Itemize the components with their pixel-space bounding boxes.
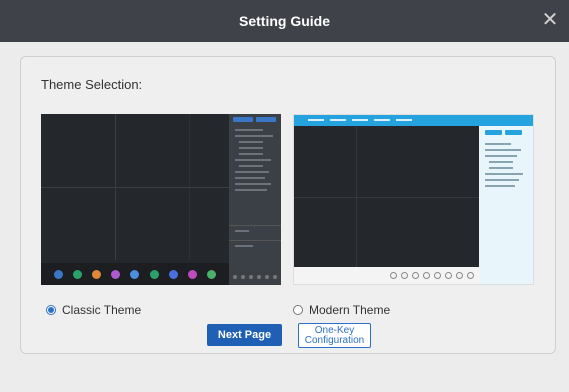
one-key-configuration-button[interactable]: One-Key Configuration — [298, 323, 371, 348]
modern-preview-sidebar — [479, 126, 533, 284]
classic-theme-option[interactable]: Classic Theme — [46, 303, 141, 317]
dialog-content: Theme Selection: Classic Theme Modern Th… — [0, 42, 569, 392]
one-key-label-line2: Configuration — [304, 334, 365, 346]
modern-preview-topbar — [294, 115, 533, 126]
dialog-titlebar: Setting Guide ✕ — [0, 0, 569, 42]
close-icon[interactable]: ✕ — [539, 9, 561, 31]
grid-divider — [41, 187, 229, 188]
modern-preview-toolbar — [294, 267, 480, 284]
radio-checked-icon[interactable] — [46, 305, 56, 315]
classic-preview-dock — [41, 263, 229, 285]
radio-unchecked-icon[interactable] — [293, 305, 303, 315]
section-heading: Theme Selection: — [41, 77, 143, 92]
theme-panel: Theme Selection: Classic Theme Modern Th… — [20, 56, 556, 354]
modern-theme-label: Modern Theme — [309, 303, 391, 317]
modern-theme-preview[interactable] — [293, 114, 534, 285]
next-page-button[interactable]: Next Page — [207, 324, 282, 346]
classic-theme-label: Classic Theme — [62, 303, 142, 317]
modern-preview-viewport — [294, 126, 480, 269]
dialog-title: Setting Guide — [239, 13, 330, 29]
classic-preview-sidebar — [229, 114, 281, 285]
one-key-label-line1: One-Key — [314, 324, 355, 336]
modern-theme-option[interactable]: Modern Theme — [293, 303, 390, 317]
classic-theme-preview[interactable] — [41, 114, 281, 285]
